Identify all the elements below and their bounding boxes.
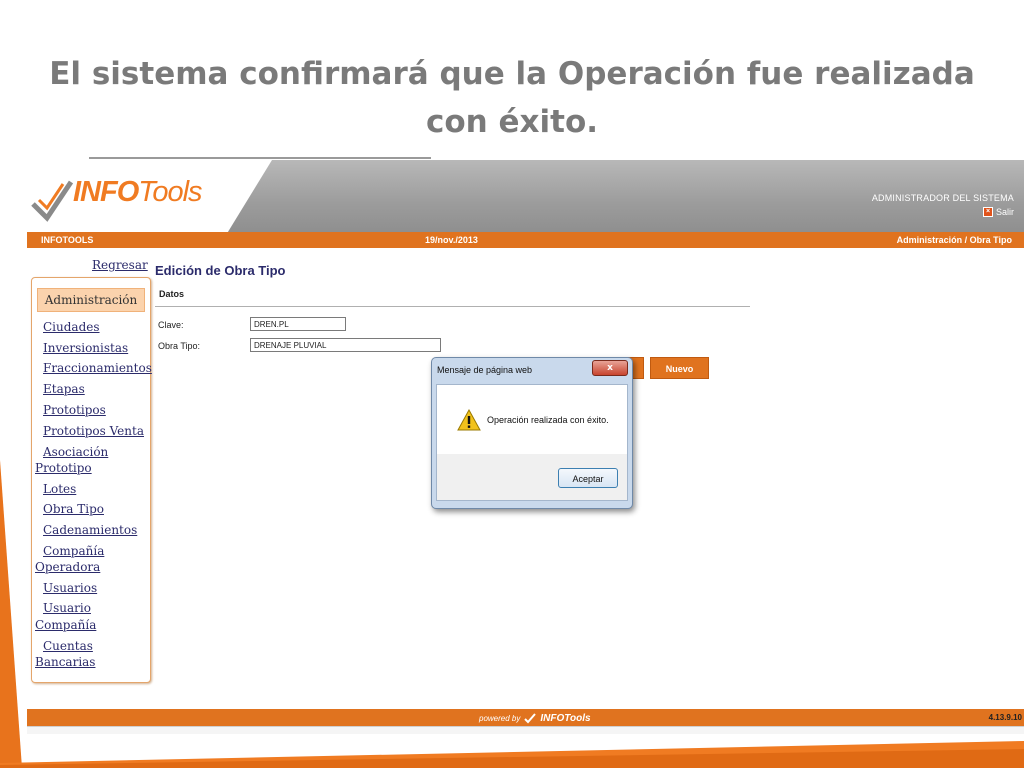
breadcrumb: Administración / Obra Tipo	[896, 235, 1012, 245]
sidebar-item-inversionistas[interactable]: Inversionistas	[43, 340, 128, 356]
infotools-small-logo-icon	[524, 713, 537, 724]
section-title: Datos	[159, 289, 185, 299]
dialog-message: Operación realizada con éxito.	[487, 415, 609, 425]
powered-brand-tools: Tools	[564, 712, 591, 724]
sidebar-item-compania-operadora[interactable]: Compañía	[43, 543, 104, 559]
info-bar: INFOTOOLS 19/nov./2013 Administración / …	[27, 232, 1024, 248]
powered-brand: INFOTools	[540, 713, 590, 724]
infotools-logo: INFOTools	[73, 176, 203, 209]
sidebar-item-asociacion-prototipo-line2[interactable]: Prototipo	[35, 460, 92, 476]
sidebar-item-cadenamientos[interactable]: Cadenamientos	[43, 522, 137, 538]
sidebar-item-compania-operadora-line2[interactable]: Operadora	[35, 559, 100, 575]
sidebar-item-ciudades[interactable]: Ciudades	[43, 319, 100, 335]
sidebar-item-usuario-compania-line2[interactable]: Compañía	[35, 617, 96, 633]
sidebar-item-prototipos-venta[interactable]: Prototipos Venta	[43, 423, 144, 439]
dialog-close-button[interactable]: x	[592, 360, 628, 376]
date-label: 19/nov./2013	[425, 235, 478, 245]
sidebar-item-prototipos[interactable]: Prototipos	[43, 402, 106, 418]
divider	[155, 306, 750, 307]
logo-area: INFOTools	[27, 160, 272, 232]
slide-bottom-decoration	[0, 741, 1024, 768]
app-name-label: INFOTOOLS	[41, 235, 94, 245]
sidebar-item-asociacion-prototipo[interactable]: Asociación	[43, 444, 108, 460]
slide-title-line-2: con éxito.	[425, 104, 599, 140]
logo-tools-text: Tools	[138, 176, 202, 208]
logout-link[interactable]: × Salir	[982, 207, 1014, 217]
infotools-logo-icon	[31, 180, 74, 222]
app-header: INFOTools ADMINISTRADOR DEL SISTEMA × Sa…	[27, 160, 1024, 232]
logout-label: Salir	[995, 207, 1014, 217]
back-link[interactable]: Regresar	[92, 258, 148, 272]
sidebar-item-obra-tipo[interactable]: Obra Tipo	[43, 501, 104, 517]
slide-title: El sistema confirmará que la Operación f…	[40, 50, 984, 146]
clave-field[interactable]: DREN.PL	[250, 317, 346, 331]
sidebar: Administración Ciudades Inversionistas F…	[31, 277, 152, 683]
app-footer: powered by INFOTools 4.13.9.10	[27, 709, 1024, 726]
sidebar-item-cuentas-bancarias-line2[interactable]: Bancarias	[35, 654, 95, 670]
sidebar-heading: Administración	[37, 288, 145, 312]
new-button[interactable]: Nuevo	[650, 357, 709, 379]
obra-tipo-field[interactable]: DRENAJE PLUVIAL	[250, 338, 441, 352]
dialog-body: Operación realizada con éxito.	[436, 384, 628, 455]
sidebar-item-etapas[interactable]: Etapas	[43, 381, 85, 397]
close-icon: ×	[982, 207, 993, 217]
logo-info-text: INFO	[73, 176, 139, 208]
dialog-footer: Aceptar	[436, 454, 628, 501]
footer-base	[27, 726, 1024, 734]
sidebar-item-label: Asociación	[43, 445, 109, 459]
powered-brand-info: INFO	[540, 712, 565, 724]
powered-by: powered by INFOTools	[479, 712, 591, 724]
powered-by-label: powered by	[479, 713, 521, 723]
sidebar-item-usuarios[interactable]: Usuarios	[43, 580, 97, 596]
accept-button[interactable]: Aceptar	[558, 468, 618, 488]
clave-label: Clave:	[158, 320, 184, 330]
page-title: Edición de Obra Tipo	[155, 263, 286, 278]
sidebar-item-cuentas-bancarias[interactable]: Cuentas	[43, 638, 93, 654]
warning-icon	[457, 409, 481, 431]
user-role-label: ADMINISTRADOR DEL SISTEMA	[871, 193, 1014, 203]
sidebar-item-lotes[interactable]: Lotes	[43, 481, 76, 497]
sidebar-item-fraccionamientos[interactable]: Fraccionamientos	[43, 360, 152, 376]
sidebar-item-usuario-compania[interactable]: Usuario	[43, 600, 91, 616]
dialog-title: Mensaje de página web	[437, 365, 533, 375]
version-label: 4.13.9.10	[988, 713, 1022, 722]
slide-title-line-1: El sistema confirmará que la Operación f…	[49, 56, 975, 92]
message-dialog: Mensaje de página web x Operación realiz…	[431, 357, 633, 509]
obra-tipo-label: Obra Tipo:	[158, 341, 201, 351]
